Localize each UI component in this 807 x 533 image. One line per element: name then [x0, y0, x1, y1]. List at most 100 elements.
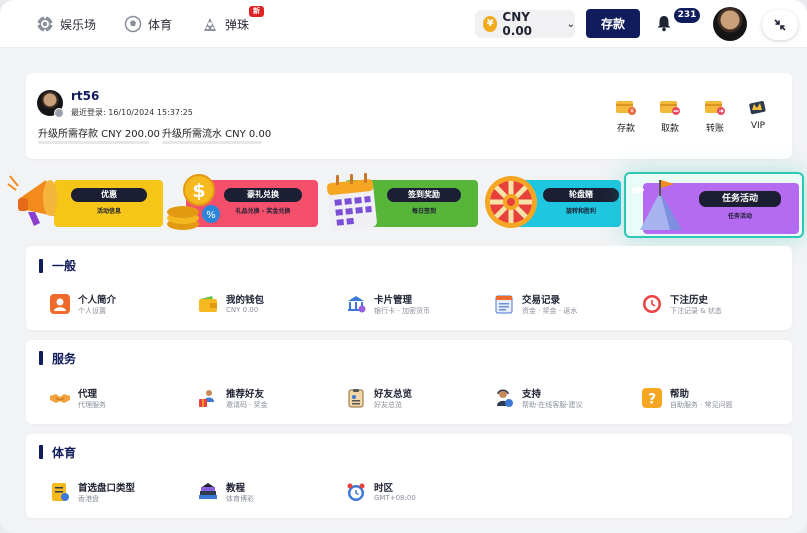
menu-item-bet-history-sub: 下注记录 & 状态 [670, 307, 722, 315]
nav-pachinko[interactable]: 弹珠 [201, 14, 249, 34]
turnover-progress-bar [162, 141, 262, 144]
section-marker [39, 259, 43, 273]
prize-wheel-icon [485, 176, 537, 228]
help-question-icon: ? [642, 388, 662, 408]
soccer-ball-icon [124, 15, 142, 33]
top-nav-bar: 娱乐场 体育 弹珠 新 ¥ CNY 0.00 ⌄ 存款 231 [0, 0, 807, 48]
promo-missions-sub: 任务活动 [727, 213, 752, 220]
refer-friend-icon [199, 390, 214, 407]
timezone-clock-icon [347, 483, 365, 501]
turnover-requirement: 升级所需流水 CNY 0.00 [162, 129, 272, 140]
menu-item-card-title: 卡片管理 [374, 295, 413, 306]
calendar-icon [327, 173, 377, 231]
vip-button[interactable]: VIP [740, 99, 776, 139]
profile-icon [50, 294, 70, 314]
bank-card-icon [348, 296, 366, 313]
deposit-button[interactable]: 存款 [586, 9, 640, 38]
deposit-wallet-icon: ¥ [616, 101, 636, 115]
handshake-icon [50, 394, 70, 403]
vip-crown-icon [749, 101, 766, 115]
notification-count-badge: 231 [674, 8, 700, 23]
yuan-coin-icon: ¥ [483, 16, 498, 32]
promo-checkin-title: 签到奖励 [387, 188, 461, 202]
quick-transfer-button[interactable]: 转账 [697, 99, 733, 139]
menu-item-transactions-sub: 资金 · 奖金 · 返水 [522, 307, 578, 315]
transfer-wallet-icon [705, 101, 725, 115]
quick-withdraw-label: 取款 [660, 124, 679, 134]
promo-redeem-sub: 礼品兑换 - 奖金兑换 [235, 208, 291, 215]
quick-deposit-label: 存款 [616, 124, 635, 134]
menu-item-refer-sub: 邀请码 · 奖金 [226, 401, 268, 409]
section-general: 一般 个人简介 个人设置 我的钱包 CNY 0.00 卡片管理 银行卡 - 加密… [26, 246, 792, 330]
nav-casino-label: 娱乐场 [60, 17, 97, 32]
menu-item-support-sub: 帮助·在线客服·建议 [522, 401, 583, 409]
svg-text:%: % [206, 210, 216, 221]
menu-item-tutorial-sub: 体育博彩 [226, 495, 254, 503]
svg-text:$: $ [192, 180, 205, 202]
menu-item-timezone-sub: GMT+08:00 [374, 494, 416, 502]
app-frame: 娱乐场 体育 弹珠 新 ¥ CNY 0.00 ⌄ 存款 231 rt56 最近登… [0, 0, 807, 533]
section-sports-title: 体育 [52, 446, 77, 460]
menu-item-profile-sub: 个人设置 [78, 307, 106, 315]
section-general-title: 一般 [52, 259, 77, 273]
transaction-record-icon [495, 295, 513, 314]
user-summary-card: rt56 最近登录: 16/10/2024 15:37:25 升级所需存款 CN… [26, 73, 792, 159]
wallet-icon [199, 296, 217, 312]
friend-overview-icon [348, 389, 364, 408]
section-sports: 体育 首选盘口类型 香港盘 教程 体育博彩 时区 GMT+08:00 [26, 434, 792, 518]
menu-item-card-sub: 银行卡 - 加密货币 [374, 307, 430, 315]
section-marker [39, 351, 43, 365]
promo-redeem-title: 豪礼兑换 [224, 188, 302, 202]
promo-offers-title: 优惠 [71, 188, 147, 202]
casino-chip-icon [36, 15, 54, 33]
menu-item-transactions-title: 交易记录 [522, 295, 561, 306]
vip-level-badge-icon [54, 108, 64, 118]
section-services-title: 服务 [52, 352, 77, 366]
quick-withdraw-button[interactable]: 取款 [652, 99, 688, 139]
odds-type-icon [52, 483, 69, 501]
sidebar-toggle-button[interactable] [762, 10, 798, 40]
menu-item-friend-overview-title: 好友总览 [374, 389, 413, 400]
menu-item-wallet-sub: CNY 0.00 [226, 306, 259, 314]
bell-icon[interactable] [655, 14, 673, 32]
promo-offers-sub: 活动信息 [96, 208, 121, 215]
tutorial-books-icon [199, 483, 217, 499]
chevron-down-icon: ⌄ [566, 18, 575, 30]
menu-item-wallet-title: 我的钱包 [226, 295, 265, 306]
deposit-progress-bar [38, 141, 149, 144]
menu-item-refer-title: 推荐好友 [226, 389, 265, 400]
bet-history-icon [643, 295, 661, 313]
menu-item-timezone-title: 时区 [374, 483, 394, 494]
promo-tile-offers[interactable]: 优惠 活动信息 [54, 180, 163, 227]
withdraw-wallet-icon [660, 101, 680, 115]
quick-deposit-button[interactable]: ¥ 存款 [608, 99, 644, 139]
menu-item-agent-title: 代理 [78, 389, 98, 400]
new-badge: 新 [249, 6, 264, 17]
megaphone-icon [7, 175, 57, 226]
currency-selector[interactable]: ¥ CNY 0.00 ⌄ [475, 10, 575, 38]
username: rt56 [71, 89, 100, 103]
menu-item-support-title: 支持 [522, 389, 542, 400]
menu-item-bet-history-title: 下注历史 [670, 295, 709, 306]
menu-item-odds-type-sub: 香港盘 [78, 495, 99, 503]
promo-roulette-title: 轮盘赌 [543, 188, 619, 202]
menu-item-profile-title: 个人简介 [78, 295, 117, 306]
mission-flag-icon [632, 180, 682, 230]
section-services: 服务 代理 代理服务 推荐好友 邀请码 · 奖金 好友总览 好友总览 支持 帮助… [26, 340, 792, 424]
promo-checkin-sub: 每日签到 [411, 208, 436, 215]
nav-casino[interactable]: 娱乐场 [36, 14, 96, 34]
support-agent-icon [497, 389, 513, 407]
pachinko-icon [204, 18, 216, 31]
avatar[interactable] [713, 7, 747, 41]
nav-sports[interactable]: 体育 [124, 14, 172, 34]
currency-balance: CNY 0.00 [502, 10, 533, 38]
quick-transfer-label: 转账 [705, 124, 724, 134]
menu-item-help-sub: 自助服务 · 常见问题 [670, 401, 733, 409]
nav-pachinko-label: 弹珠 [225, 17, 250, 32]
collapse-arrows-icon [774, 19, 786, 31]
menu-item-agent-sub: 代理服务 [78, 401, 106, 409]
menu-item-odds-type-title: 首选盘口类型 [78, 483, 136, 494]
menu-item-friend-overview-sub: 好友总览 [374, 401, 402, 409]
svg-text:¥: ¥ [630, 108, 634, 115]
section-marker [39, 445, 43, 459]
